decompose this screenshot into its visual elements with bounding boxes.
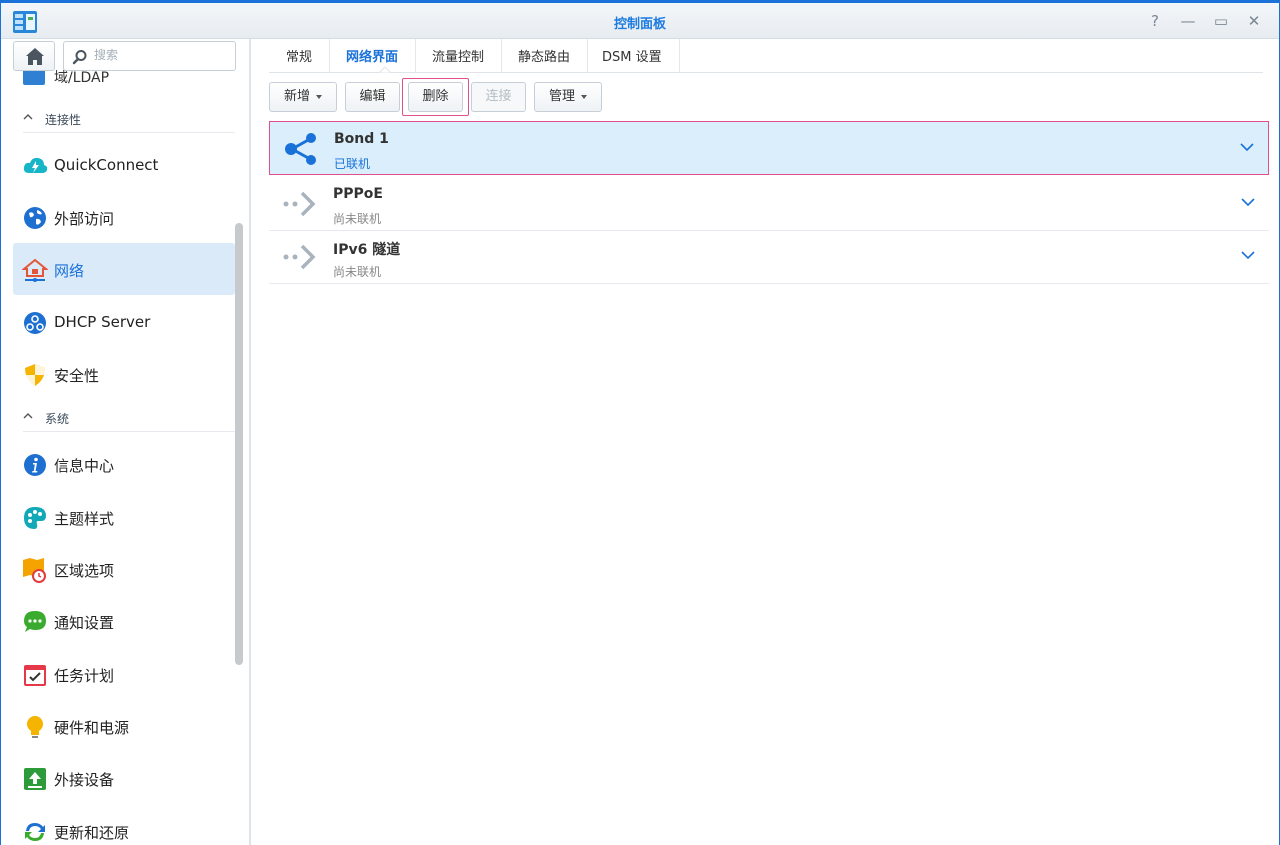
- manage-button[interactable]: 管理: [534, 82, 602, 112]
- quickconnect-icon: [23, 157, 48, 173]
- sidebar-item-network[interactable]: 网络: [13, 243, 235, 295]
- active-tab-indicator: [379, 67, 391, 73]
- sidebar-item-external-devices[interactable]: 外接设备: [13, 752, 235, 804]
- dhcp-icon: [24, 312, 46, 334]
- chevron-down-icon[interactable]: [1241, 197, 1255, 207]
- calendar-check-icon: [24, 665, 46, 686]
- sidebar-item-label: QuickConnect: [54, 156, 159, 174]
- title-bar[interactable]: 控制面板 ? — ▭ ✕: [1, 3, 1279, 39]
- chevron-down-icon[interactable]: [1240, 142, 1254, 152]
- sidebar-item-label: 硬件和电源: [54, 719, 130, 737]
- new-button[interactable]: 新增: [269, 82, 337, 112]
- tab-general[interactable]: 常规: [269, 39, 331, 72]
- lightbulb-icon: [27, 716, 43, 738]
- interface-status: 已联机: [334, 157, 371, 171]
- interface-status: 尚未联机: [333, 265, 382, 279]
- network-home-icon: [22, 258, 48, 282]
- caret-down-icon: [581, 94, 587, 99]
- section-title: 连接性: [45, 113, 82, 127]
- refresh-icon: [25, 823, 45, 841]
- interface-name: IPv6 隧道: [333, 242, 401, 258]
- edit-button[interactable]: 编辑: [345, 82, 400, 112]
- home-button[interactable]: [13, 41, 55, 71]
- palette-icon: [24, 507, 46, 529]
- section-header-connectivity[interactable]: 连接性: [23, 109, 235, 133]
- maximize-button[interactable]: ▭: [1209, 10, 1233, 32]
- list-item[interactable]: Bond 1 已联机: [269, 121, 1269, 175]
- help-button[interactable]: ?: [1143, 10, 1167, 32]
- manage-button-label: 管理: [548, 89, 575, 104]
- tab-bar: 常规 网络界面 流量控制 静态路由 DSM 设置: [269, 39, 1263, 73]
- search-box[interactable]: [63, 41, 236, 71]
- bond-share-icon: [285, 133, 316, 165]
- chevron-up-icon: [23, 413, 33, 419]
- sidebar-item-label: 外部访问: [54, 210, 115, 228]
- sidebar-item-theme[interactable]: 主题样式: [13, 491, 235, 543]
- sidebar-item-quickconnect[interactable]: QuickConnect: [13, 139, 235, 191]
- interface-status: 尚未联机: [333, 212, 382, 226]
- sidebar-item-notifications[interactable]: 通知设置: [13, 595, 235, 647]
- sidebar-item-task-scheduler[interactable]: 任务计划: [13, 648, 235, 700]
- sidebar-item-update-restore[interactable]: 更新和还原: [13, 805, 235, 845]
- sidebar-item-label: 通知设置: [54, 614, 115, 632]
- minimize-button[interactable]: —: [1176, 10, 1200, 32]
- sidebar-item-label: 网络: [54, 262, 85, 280]
- chevron-up-icon: [23, 114, 33, 120]
- sidebar-item-info-center[interactable]: 信息中心: [13, 438, 235, 490]
- tunnel-arrow-icon: [283, 244, 316, 270]
- pppoe-arrow-icon: [283, 191, 316, 217]
- interface-name: Bond 1: [334, 131, 389, 147]
- section-header-system[interactable]: 系统: [23, 408, 235, 432]
- sidebar-item-label: DHCP Server: [54, 313, 151, 331]
- sidebar-item-external-access[interactable]: 外部访问: [13, 191, 235, 243]
- globe-icon: [24, 207, 46, 229]
- list-item[interactable]: IPv6 隧道 尚未联机: [269, 230, 1269, 284]
- delete-button[interactable]: 删除: [408, 82, 463, 112]
- tab-dsm-settings[interactable]: DSM 设置: [585, 39, 680, 72]
- sidebar-item-security[interactable]: 安全性: [13, 348, 235, 400]
- sidebar-item-label: 主题样式: [54, 510, 115, 528]
- window-title: 控制面板: [613, 17, 666, 32]
- sidebar: 域/LDAP 连接性 QuickConnect: [1, 39, 251, 845]
- sidebar-item-regional-options[interactable]: 区域选项: [13, 543, 235, 595]
- control-panel-window: 控制面板 ? — ▭ ✕ 域/LDAP 连接性: [0, 0, 1280, 845]
- tab-network-interface[interactable]: 网络界面: [329, 39, 417, 72]
- upload-icon: [24, 768, 46, 790]
- sidebar-item-label: 外接设备: [54, 771, 115, 789]
- sidebar-item-dhcp-server[interactable]: DHCP Server: [13, 296, 235, 348]
- sidebar-scrollbar[interactable]: [235, 223, 243, 665]
- close-button[interactable]: ✕: [1242, 10, 1266, 32]
- search-input[interactable]: [94, 48, 229, 62]
- sidebar-item-label: 信息中心: [54, 457, 115, 475]
- sidebar-item-label: 区域选项: [54, 562, 115, 580]
- search-icon: [72, 50, 87, 65]
- section-title: 系统: [45, 412, 70, 426]
- sidebar-item-label: 任务计划: [54, 667, 115, 685]
- interface-name: PPPoE: [333, 186, 383, 202]
- sidebar-item-label: 更新和还原: [54, 824, 130, 842]
- chevron-down-icon[interactable]: [1241, 250, 1255, 260]
- tab-traffic-control[interactable]: 流量控制: [415, 39, 503, 72]
- sidebar-item-hardware-power[interactable]: 硬件和电源: [13, 700, 235, 752]
- home-icon: [26, 48, 44, 65]
- chat-icon: [24, 611, 46, 632]
- tab-static-route[interactable]: 静态路由: [501, 39, 589, 72]
- caret-down-icon: [316, 94, 322, 99]
- main-panel: 常规 网络界面 流量控制 静态路由 DSM 设置 新增 编辑 删除 连接 管理: [253, 39, 1279, 845]
- list-item[interactable]: PPPoE 尚未联机: [269, 177, 1269, 231]
- info-icon: [24, 454, 46, 476]
- connect-button[interactable]: 连接: [471, 82, 526, 112]
- new-button-label: 新增: [283, 89, 310, 104]
- map-clock-icon: [23, 558, 46, 583]
- shield-icon: [25, 364, 45, 386]
- sidebar-item-label: 安全性: [54, 367, 100, 385]
